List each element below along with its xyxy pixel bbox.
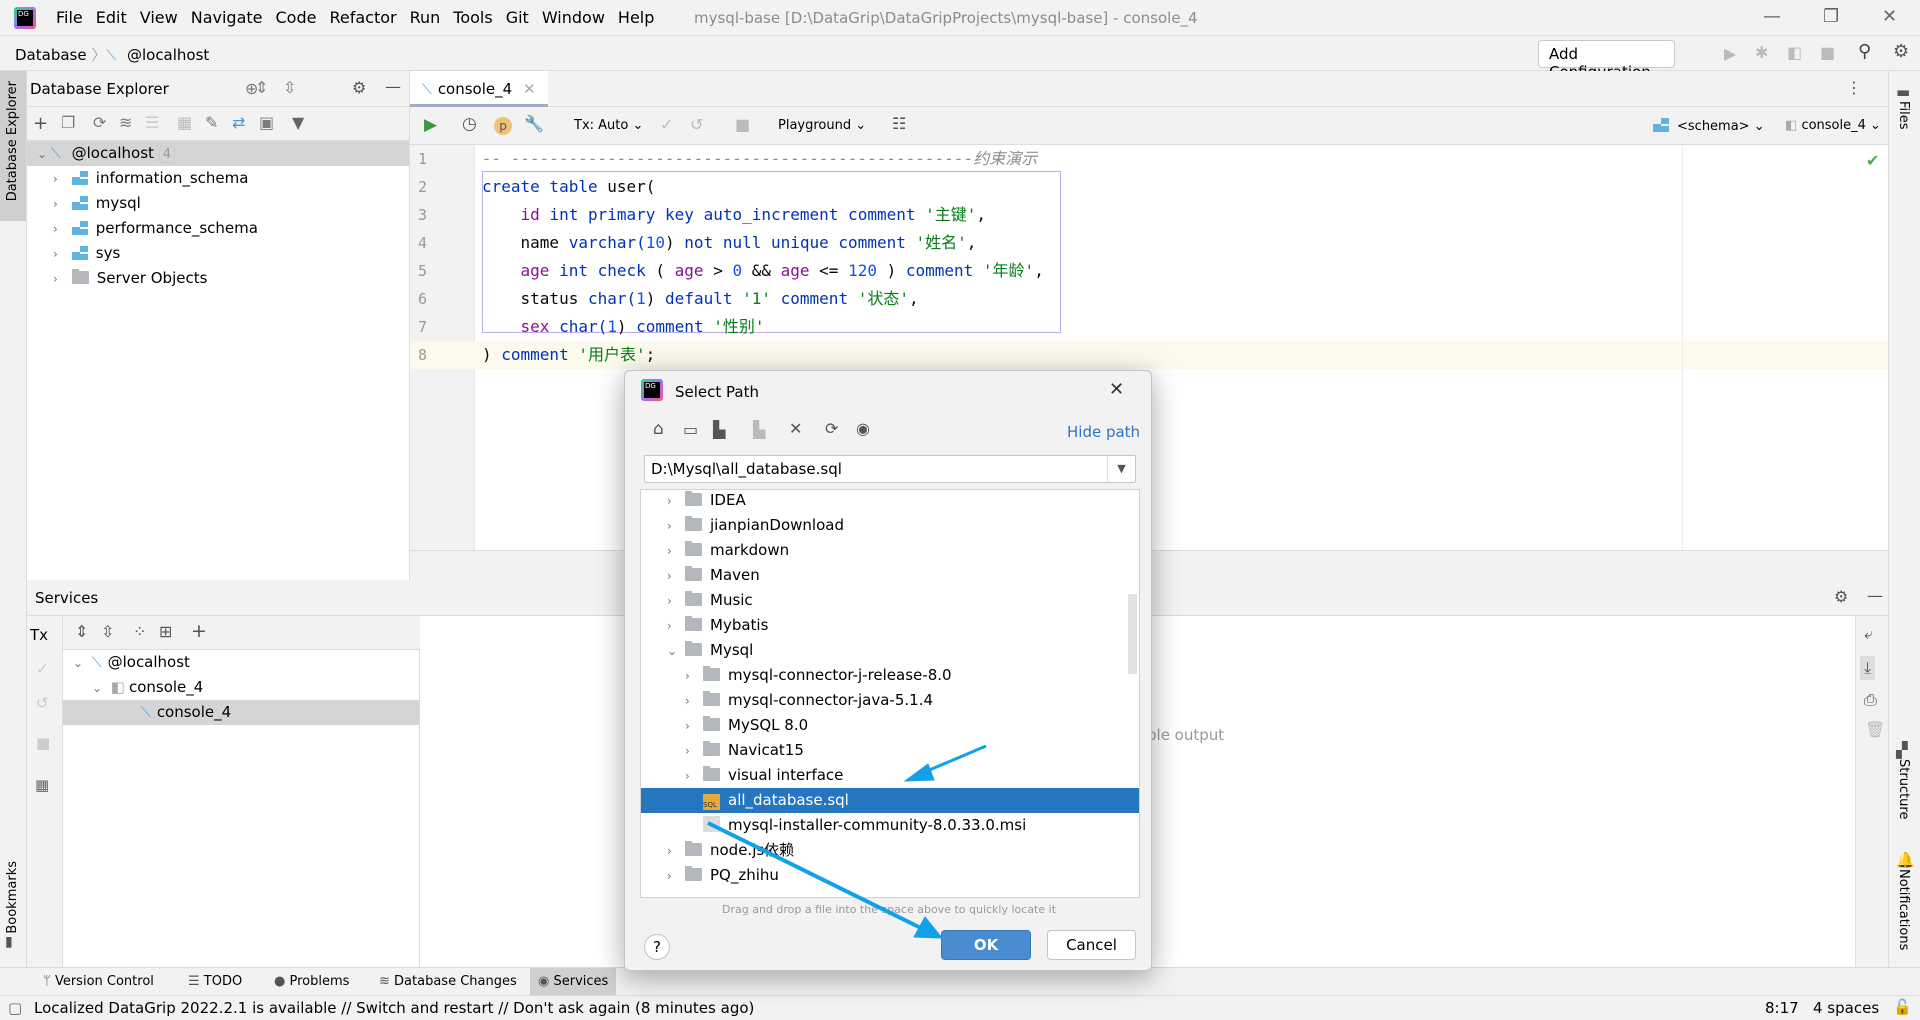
annotation-arrows — [707, 744, 987, 939]
arrow-to-ok-button — [707, 821, 926, 932]
arrow-head — [903, 763, 935, 782]
